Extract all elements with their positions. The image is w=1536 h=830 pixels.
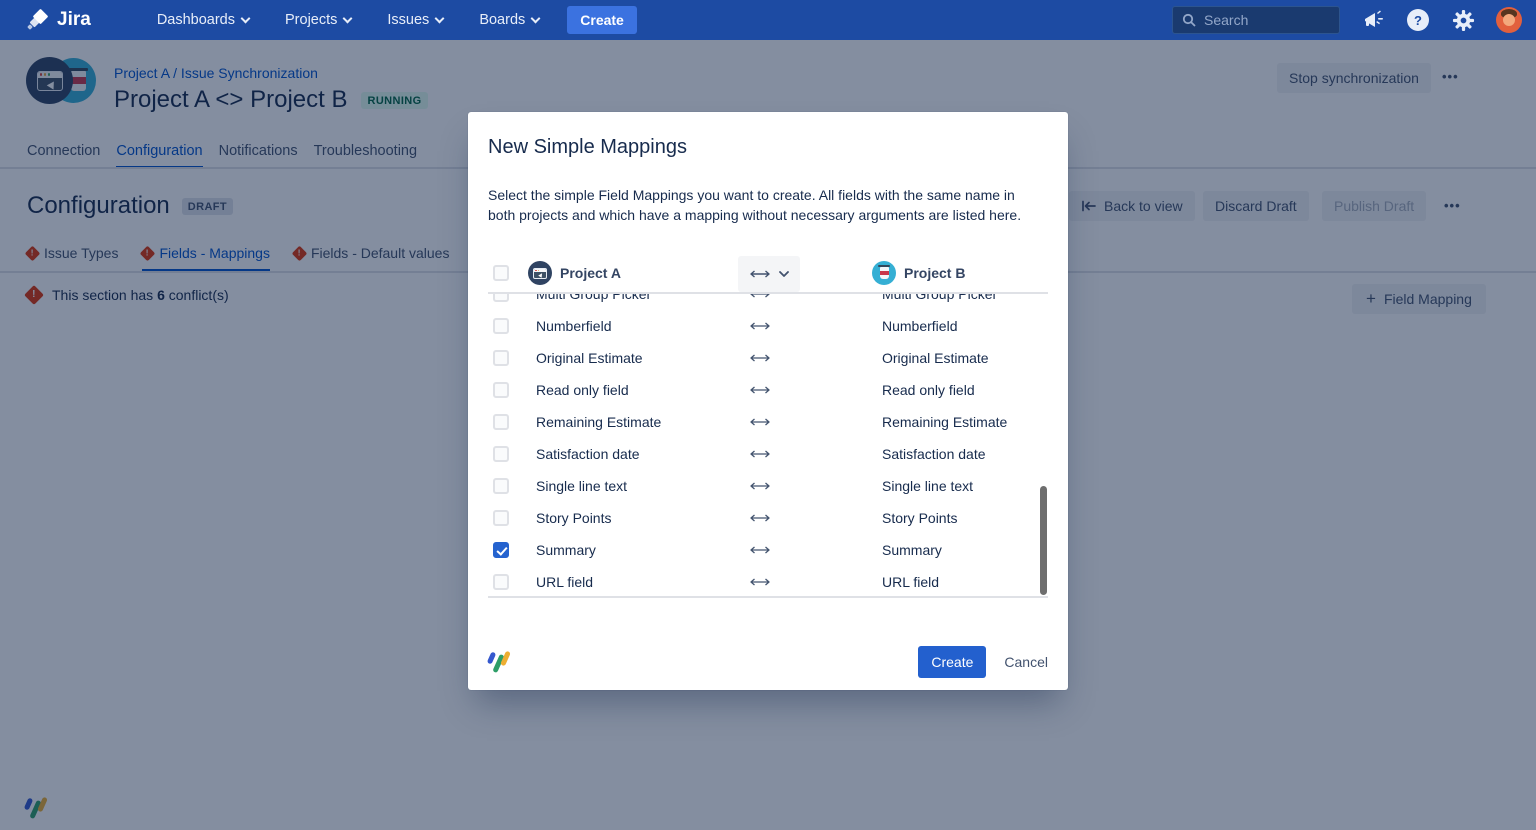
create-mappings-button[interactable]: Create (918, 646, 986, 678)
mapping-row: Remaining Estimate Remaining Estimate (488, 406, 1048, 438)
left-field-name: Numberfield (536, 318, 611, 334)
bidirectional-arrow-icon (736, 482, 784, 490)
right-field-name: Multi Group Picker (882, 294, 997, 302)
dialog-title: New Simple Mappings (488, 112, 1048, 159)
help-button[interactable]: ? (1406, 8, 1430, 32)
exalate-logo (488, 649, 512, 675)
nav-links: Dashboards Projects Issues Boards (157, 12, 539, 28)
search-input[interactable]: Search (1172, 6, 1340, 34)
mapping-row: Single line text Single line text (488, 470, 1048, 502)
project-a-column-label: Project A (560, 265, 621, 281)
settings-button[interactable] (1451, 8, 1475, 32)
bidirectional-arrow-icon (736, 450, 784, 458)
mapping-row: Story Points Story Points (488, 502, 1048, 534)
question-mark-icon: ? (1407, 9, 1429, 31)
bidirectional-arrow-icon (736, 386, 784, 394)
left-field-name: URL field (536, 574, 593, 590)
mapping-row: Satisfaction date Satisfaction date (488, 438, 1048, 470)
left-field-name: Story Points (536, 510, 611, 526)
right-field-name: Summary (882, 542, 942, 558)
right-field-name: URL field (882, 574, 939, 590)
bidirectional-arrow-icon (736, 354, 784, 362)
project-b-column-label: Project B (904, 265, 965, 281)
mapping-checkbox[interactable] (493, 446, 509, 462)
bidirectional-arrow-icon (736, 578, 784, 586)
top-navbar: Jira Dashboards Projects Issues Boards C… (0, 0, 1536, 40)
left-field-name: Summary (536, 542, 596, 558)
bidirectional-arrow-icon (736, 418, 784, 426)
select-all-checkbox[interactable] (493, 265, 509, 281)
mapping-checkbox[interactable] (493, 382, 509, 398)
mapping-checkbox[interactable] (493, 294, 509, 302)
new-simple-mappings-dialog: New Simple Mappings Select the simple Fi… (468, 112, 1068, 690)
right-field-name: Story Points (882, 510, 957, 526)
jira-logo-icon (27, 9, 49, 31)
right-field-name: Original Estimate (882, 350, 989, 366)
left-field-name: Read only field (536, 382, 629, 398)
left-field-name: Satisfaction date (536, 446, 640, 462)
mapping-row: Numberfield Numberfield (488, 310, 1048, 342)
mapping-checkbox[interactable] (493, 350, 509, 366)
mapping-checkbox[interactable] (493, 542, 509, 558)
mapping-row: Multi Group Picker Multi Group Picker (488, 294, 1048, 310)
bidirectional-arrow-icon (749, 270, 771, 278)
right-field-name: Single line text (882, 478, 973, 494)
bidirectional-arrow-icon (736, 322, 784, 330)
chevron-down-icon (343, 13, 353, 23)
nav-menu-item[interactable]: Boards (479, 12, 539, 28)
bidirectional-arrow-icon (736, 546, 784, 554)
mapping-row: Read only field Read only field (488, 374, 1048, 406)
mapping-checkbox[interactable] (493, 510, 509, 526)
announcements-button[interactable] (1361, 8, 1385, 32)
bidirectional-arrow-icon (736, 294, 784, 298)
sync-direction-button[interactable] (738, 256, 800, 292)
dialog-description: Select the simple Field Mappings you wan… (488, 185, 1028, 225)
project-a-avatar (528, 261, 552, 285)
chevron-down-icon (531, 13, 541, 23)
mapping-checkbox[interactable] (493, 478, 509, 494)
nav-menu-item[interactable]: Issues (387, 12, 443, 28)
mapping-checkbox[interactable] (493, 318, 509, 334)
chevron-down-icon (779, 271, 789, 277)
search-icon (1182, 13, 1196, 27)
user-avatar[interactable] (1496, 7, 1522, 33)
right-field-name: Satisfaction date (882, 446, 986, 462)
project-b-avatar (872, 261, 896, 285)
gear-icon (1452, 9, 1475, 32)
jira-logo[interactable]: Jira (27, 9, 91, 31)
left-field-name: Single line text (536, 478, 627, 494)
mapping-table-header: Project A Project B (488, 254, 1048, 294)
left-field-name: Multi Group Picker (536, 294, 651, 302)
chevron-down-icon (241, 13, 251, 23)
mapping-checkbox[interactable] (493, 414, 509, 430)
left-field-name: Original Estimate (536, 350, 643, 366)
nav-menu-item[interactable]: Projects (285, 12, 351, 28)
bidirectional-arrow-icon (736, 514, 784, 522)
mapping-list: Multi Group Picker Multi Group Picker Nu… (488, 294, 1048, 598)
right-field-name: Remaining Estimate (882, 414, 1007, 430)
mapping-row: Summary Summary (488, 534, 1048, 566)
megaphone-icon (1362, 9, 1384, 31)
right-field-name: Numberfield (882, 318, 957, 334)
left-field-name: Remaining Estimate (536, 414, 661, 430)
create-button[interactable]: Create (567, 6, 637, 34)
mapping-row: Original Estimate Original Estimate (488, 342, 1048, 374)
mapping-checkbox[interactable] (493, 574, 509, 590)
mapping-row: URL field URL field (488, 566, 1048, 598)
scrollbar-thumb[interactable] (1040, 486, 1047, 595)
search-placeholder: Search (1204, 12, 1248, 28)
nav-menu-item[interactable]: Dashboards (157, 12, 249, 28)
chevron-down-icon (435, 13, 445, 23)
right-field-name: Read only field (882, 382, 975, 398)
cancel-button[interactable]: Cancel (1004, 654, 1048, 670)
jira-wordmark: Jira (57, 9, 91, 31)
